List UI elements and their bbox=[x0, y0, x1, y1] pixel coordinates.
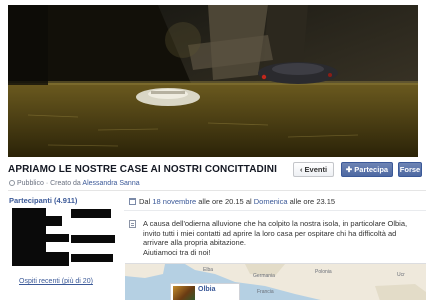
redacted-avatar bbox=[29, 252, 69, 266]
calendar-icon bbox=[129, 198, 136, 205]
privacy-label: Pubblico bbox=[17, 180, 44, 187]
schedule-divider bbox=[124, 210, 426, 211]
start-time-prefix: alle ore bbox=[198, 197, 223, 206]
header-divider bbox=[8, 190, 426, 191]
redacted-avatar bbox=[71, 235, 115, 243]
place-card[interactable]: Olbia bbox=[170, 283, 240, 300]
location-map[interactable]: Elba Germania Polonia Ucr Francia Olbia bbox=[125, 263, 426, 300]
cover-photo[interactable] bbox=[8, 5, 418, 157]
events-button[interactable]: ‹ Eventi bbox=[293, 162, 334, 177]
maybe-button-label: Forse bbox=[399, 165, 421, 174]
event-meta: Pubblico · Creato da Alessandra Sanna bbox=[9, 180, 140, 187]
event-schedule: Dal 18 novembre alle ore 20.15 al Domeni… bbox=[129, 197, 426, 206]
recent-guests-link[interactable]: Ospiti recenti (più di 20) bbox=[19, 278, 93, 285]
participants-title[interactable]: Partecipanti (4.911) bbox=[9, 196, 115, 205]
event-description: A causa dell'odierna alluvione che ha co… bbox=[143, 219, 408, 257]
end-time: 23.15 bbox=[316, 197, 336, 206]
end-day-link[interactable]: Domenica bbox=[254, 197, 288, 206]
place-thumbnail bbox=[173, 286, 195, 300]
globe-icon bbox=[9, 180, 15, 186]
document-icon bbox=[129, 220, 136, 228]
map-label: Ucr bbox=[397, 272, 405, 278]
created-by-label: · Creato da bbox=[45, 180, 81, 187]
participants-panel: Partecipanti (4.911) Ospiti recenti (più… bbox=[9, 196, 115, 285]
place-name[interactable]: Olbia bbox=[198, 286, 216, 293]
creator-link[interactable]: Alessandra Sanna bbox=[82, 180, 139, 187]
event-header: APRIAMO LE NOSTRE CASE AI NOSTRI CONCITT… bbox=[8, 162, 426, 180]
maybe-button[interactable]: Forse bbox=[398, 162, 422, 177]
start-date-link[interactable]: 18 novembre bbox=[152, 197, 196, 206]
schedule-day-prefix: Dal bbox=[139, 197, 151, 206]
join-button-label: Partecipa bbox=[354, 165, 389, 174]
redacted-avatar bbox=[42, 216, 62, 226]
events-button-label: Eventi bbox=[304, 165, 328, 174]
join-button[interactable]: ✚ Partecipa bbox=[341, 162, 393, 177]
map-label: Polonia bbox=[315, 269, 332, 275]
event-title: APRIAMO LE NOSTRE CASE AI NOSTRI CONCITT… bbox=[8, 164, 277, 175]
to-prefix: al bbox=[245, 197, 252, 206]
map-label: Germania bbox=[253, 273, 275, 279]
redacted-avatar bbox=[71, 254, 113, 262]
map-label: Elba bbox=[203, 267, 214, 273]
redacted-avatar bbox=[71, 209, 111, 218]
start-time: 20.15 bbox=[224, 197, 244, 206]
flood-photo bbox=[8, 5, 418, 157]
map-label: Francia bbox=[257, 289, 274, 295]
end-time-prefix: alle ore bbox=[289, 197, 315, 206]
redacted-avatar bbox=[37, 234, 69, 242]
